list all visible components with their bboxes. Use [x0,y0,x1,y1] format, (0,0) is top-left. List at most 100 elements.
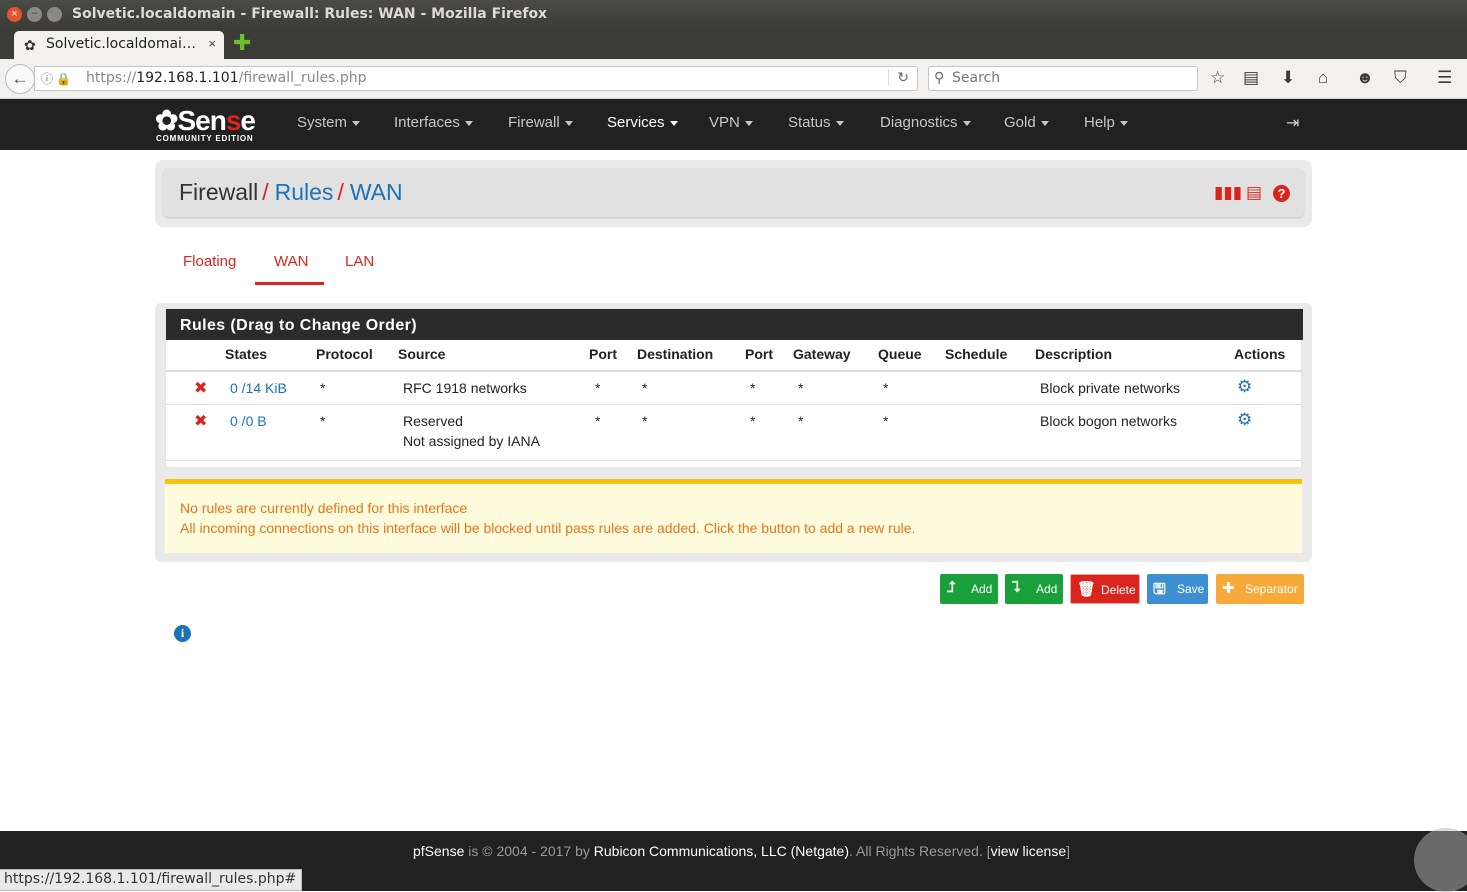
trash-icon: 🗑 [1077,581,1097,598]
port-cell: * [595,413,601,429]
plus-icon: ✚ [1222,580,1235,597]
arrow-down-icon: ⮧ [1012,579,1021,596]
source-cell: RFC 1918 networks [403,380,527,396]
states-link[interactable]: 0 /14 KiB [230,380,287,396]
logout-icon[interactable]: ⇥ [1286,113,1299,133]
protocol-cell: * [320,413,326,429]
menu-icon[interactable]: ☰ [1437,68,1452,88]
bar-chart-icon[interactable]: ▮▮▮ [1214,183,1242,203]
block-icon: ✖ [194,413,208,430]
col-actions: Actions [1234,346,1286,362]
table-row[interactable]: ✖ 0 /0 B * Reserved Not assigned by IANA… [166,404,1303,460]
rules-panel: Rules (Drag to Change Order) States Prot… [155,303,1312,478]
nav-interfaces[interactable]: Interfaces [394,114,473,131]
search-bar[interactable]: ⚲ Search [928,66,1198,91]
reload-icon[interactable]: ↻ [888,69,909,86]
description-cell: Block private networks [1040,380,1181,396]
save-icon: 🖫 [1153,581,1166,598]
reading-list-icon[interactable]: ▤ [1243,68,1259,88]
save-button[interactable]: 🖫 Save [1147,574,1208,604]
active-tab-indicator [255,282,324,285]
col-destination: Destination [637,346,714,362]
protocol-cell: * [320,380,326,396]
tab-wan[interactable]: WAN [274,253,308,270]
delete-button[interactable]: 🗑 Delete [1070,574,1140,604]
col-dest-port: Port [745,346,773,362]
source-cell: Reserved [403,413,463,429]
log-list-icon[interactable]: ▤ [1246,183,1262,203]
separator-button[interactable]: ✚ Separator [1216,574,1304,604]
nav-firewall[interactable]: Firewall [508,114,573,131]
gear-icon[interactable]: ⚙ [1237,410,1252,430]
pfsense-navbar: ✿Sense COMMUNITY EDITION System Interfac… [0,99,1467,150]
add-bottom-button[interactable]: ⮧ Add [1005,574,1063,604]
nav-diagnostics[interactable]: Diagnostics [880,114,971,131]
nav-gold[interactable]: Gold [1004,114,1049,131]
nav-system[interactable]: System [297,114,361,131]
col-states: States [225,346,268,362]
maximize-window-button[interactable] [47,7,62,22]
view-license-link[interactable]: view license [991,843,1066,859]
col-gateway: Gateway [793,346,851,362]
col-schedule: Schedule [945,346,1008,362]
rules-panel-title: Rules (Drag to Change Order) [166,309,1303,340]
new-tab-button[interactable]: ✚ [233,32,251,54]
port-cell: * [595,380,601,396]
browser-navbar: ⓘ 🔒 https://192.168.1.101/firewall_rules… [0,59,1467,99]
add-top-button[interactable]: ⮥ Add [940,574,998,604]
col-source: Source [398,346,446,362]
back-button[interactable]: ← [5,64,35,94]
nav-status[interactable]: Status [788,114,844,131]
gear-icon[interactable]: ⚙ [1237,377,1252,397]
url-bar[interactable]: ⓘ 🔒 https://192.168.1.101/firewall_rules… [34,66,918,91]
nav-vpn[interactable]: VPN [709,114,753,131]
tab-floating[interactable]: Floating [183,253,236,270]
close-window-button[interactable]: × [7,7,22,22]
table-bottom-border [166,460,1303,461]
col-description: Description [1035,346,1113,362]
alert-panel: No rules are currently defined for this … [155,475,1312,562]
description-cell: Block bogon networks [1040,413,1177,429]
search-placeholder: Search [952,70,1001,86]
gateway-cell: * [798,413,804,429]
col-protocol: Protocol [316,346,373,362]
window-titlebar: × – Solvetic.localdomain - Firewall: Rul… [0,0,1467,29]
browser-tab[interactable]: ✿ Solvetic.localdomai… × [14,31,224,59]
col-port: Port [589,346,617,362]
tab-close-icon[interactable]: × [208,36,216,51]
tab-lan[interactable]: LAN [345,253,374,270]
pocket-icon[interactable]: ⛉ [1394,68,1407,88]
site-info-icon[interactable]: ⓘ 🔒 [41,70,71,87]
url-text[interactable]: https://192.168.1.101/firewall_rules.php [86,70,367,86]
gateway-cell: * [798,380,804,396]
table-row[interactable]: ✖ 0 /14 KiB * RFC 1918 networks * * * * … [166,370,1303,404]
tab-label: Solvetic.localdomai… [46,36,196,52]
tab-bar: ✿ Solvetic.localdomai… × ✚ [0,29,1467,59]
breadcrumb-rules[interactable]: Rules [275,179,334,205]
status-bar-url: https://192.168.1.101/firewall_rules.php… [0,869,303,891]
block-icon: ✖ [194,380,208,397]
minimize-window-button[interactable]: – [27,7,42,22]
dest-port-cell: * [750,380,756,396]
info-icon[interactable]: i [174,625,191,642]
nav-help[interactable]: Help [1084,114,1128,131]
bookmark-star-icon[interactable]: ☆ [1210,68,1225,88]
col-queue: Queue [878,346,922,362]
help-icon[interactable]: ? [1273,185,1290,202]
destination-cell: * [642,413,648,429]
queue-cell: * [883,413,889,429]
footer-company-link[interactable]: Rubicon Communications, LLC (Netgate) [594,843,849,859]
pfsense-favicon-icon: ✿ [24,37,36,53]
breadcrumb-wan[interactable]: WAN [350,179,403,205]
breadcrumb: Firewall / Rules / WAN [179,179,403,205]
breadcrumb-bar: Firewall / Rules / WAN ▮▮▮ ▤ ? [163,168,1304,217]
rules-table: Rules (Drag to Change Order) States Prot… [165,308,1303,468]
footer-brand[interactable]: pfSense [413,843,464,859]
states-link[interactable]: 0 /0 B [230,413,267,429]
home-icon[interactable]: ⌂ [1318,68,1328,88]
dest-port-cell: * [750,413,756,429]
pfsense-logo[interactable]: ✿Sense COMMUNITY EDITION [155,106,267,144]
downloads-icon[interactable]: ⬇ [1281,68,1295,88]
nav-services[interactable]: Services [607,114,678,131]
chat-icon[interactable]: ☻ [1356,68,1374,88]
